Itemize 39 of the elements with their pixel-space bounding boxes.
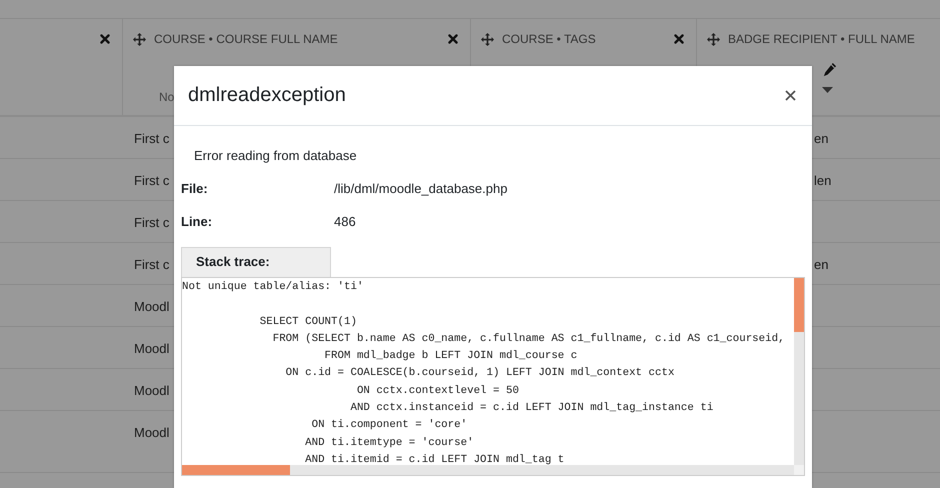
move-icon[interactable]: [133, 32, 146, 46]
course-name: Moodl: [134, 298, 170, 316]
stack-trace-text: Not unique table/alias: 'ti' SELECT COUNT(1) FROM (SELECT b.name AS c0_name, c.fullname AS c1_fullname, c.id AS c1_courseid, FROM mdl_badge b LEFT JOIN mdl_course c ON c.id = COALESCE(b.courseid, 1) LEFT JOIN mdl_context cctx ON cctx.contextlevel = 50 AND cctx.instanceid = c.id LEFT JOIN mdl_tag_instance ti ON ti.component = 'core' AND ti.itemtype = 'course' AND ti.itemid = c.id LEFT JOIN mdl_tag t: [182, 280, 786, 468]
course-name: First c: [134, 214, 170, 232]
close-button[interactable]: [783, 88, 798, 103]
move-icon[interactable]: [481, 32, 494, 46]
dialog-title: dmlreadexception: [188, 84, 347, 107]
detail-value: /lib/dml/moodle_database.php: [334, 181, 508, 198]
course-name: First c: [134, 172, 170, 190]
recipient-name: en: [814, 256, 828, 274]
course-name: Moodl: [134, 424, 170, 442]
recipient-name: len: [814, 172, 832, 190]
move-icon[interactable]: [707, 32, 720, 46]
scrollbar-corner: [794, 465, 804, 475]
recipient-name: en: [814, 130, 828, 148]
course-name: First c: [134, 256, 170, 274]
detail-label: Line:: [181, 214, 214, 231]
detail-value: 486: [334, 214, 356, 231]
stack-trace-tab[interactable]: Stack trace:: [181, 247, 331, 277]
close-icon: [100, 34, 110, 44]
remove-column-button[interactable]: [100, 34, 110, 44]
error-message: Error reading from database: [194, 148, 358, 165]
course-name: Moodl: [134, 382, 170, 400]
close-icon: [674, 34, 684, 44]
column-note: No: [159, 90, 174, 104]
column-heading: COURSE • COURSE FULL NAME: [154, 32, 339, 46]
caret-icon[interactable]: [822, 87, 833, 93]
vertical-scrollbar[interactable]: [794, 278, 804, 466]
course-name: First c: [134, 130, 170, 148]
remove-column-button[interactable]: [674, 34, 684, 44]
column-heading: BADGE RECIPIENT • FULL NAME: [728, 32, 916, 46]
horizontal-scrollbar[interactable]: [182, 465, 794, 475]
close-icon: [785, 90, 796, 101]
detail-label: File:: [181, 181, 209, 198]
remove-column-button[interactable]: [448, 34, 458, 44]
close-icon: [448, 34, 458, 44]
column-heading: COURSE • TAGS: [502, 32, 597, 46]
pencil-icon[interactable]: [822, 62, 837, 77]
course-name: Moodl: [134, 340, 170, 358]
